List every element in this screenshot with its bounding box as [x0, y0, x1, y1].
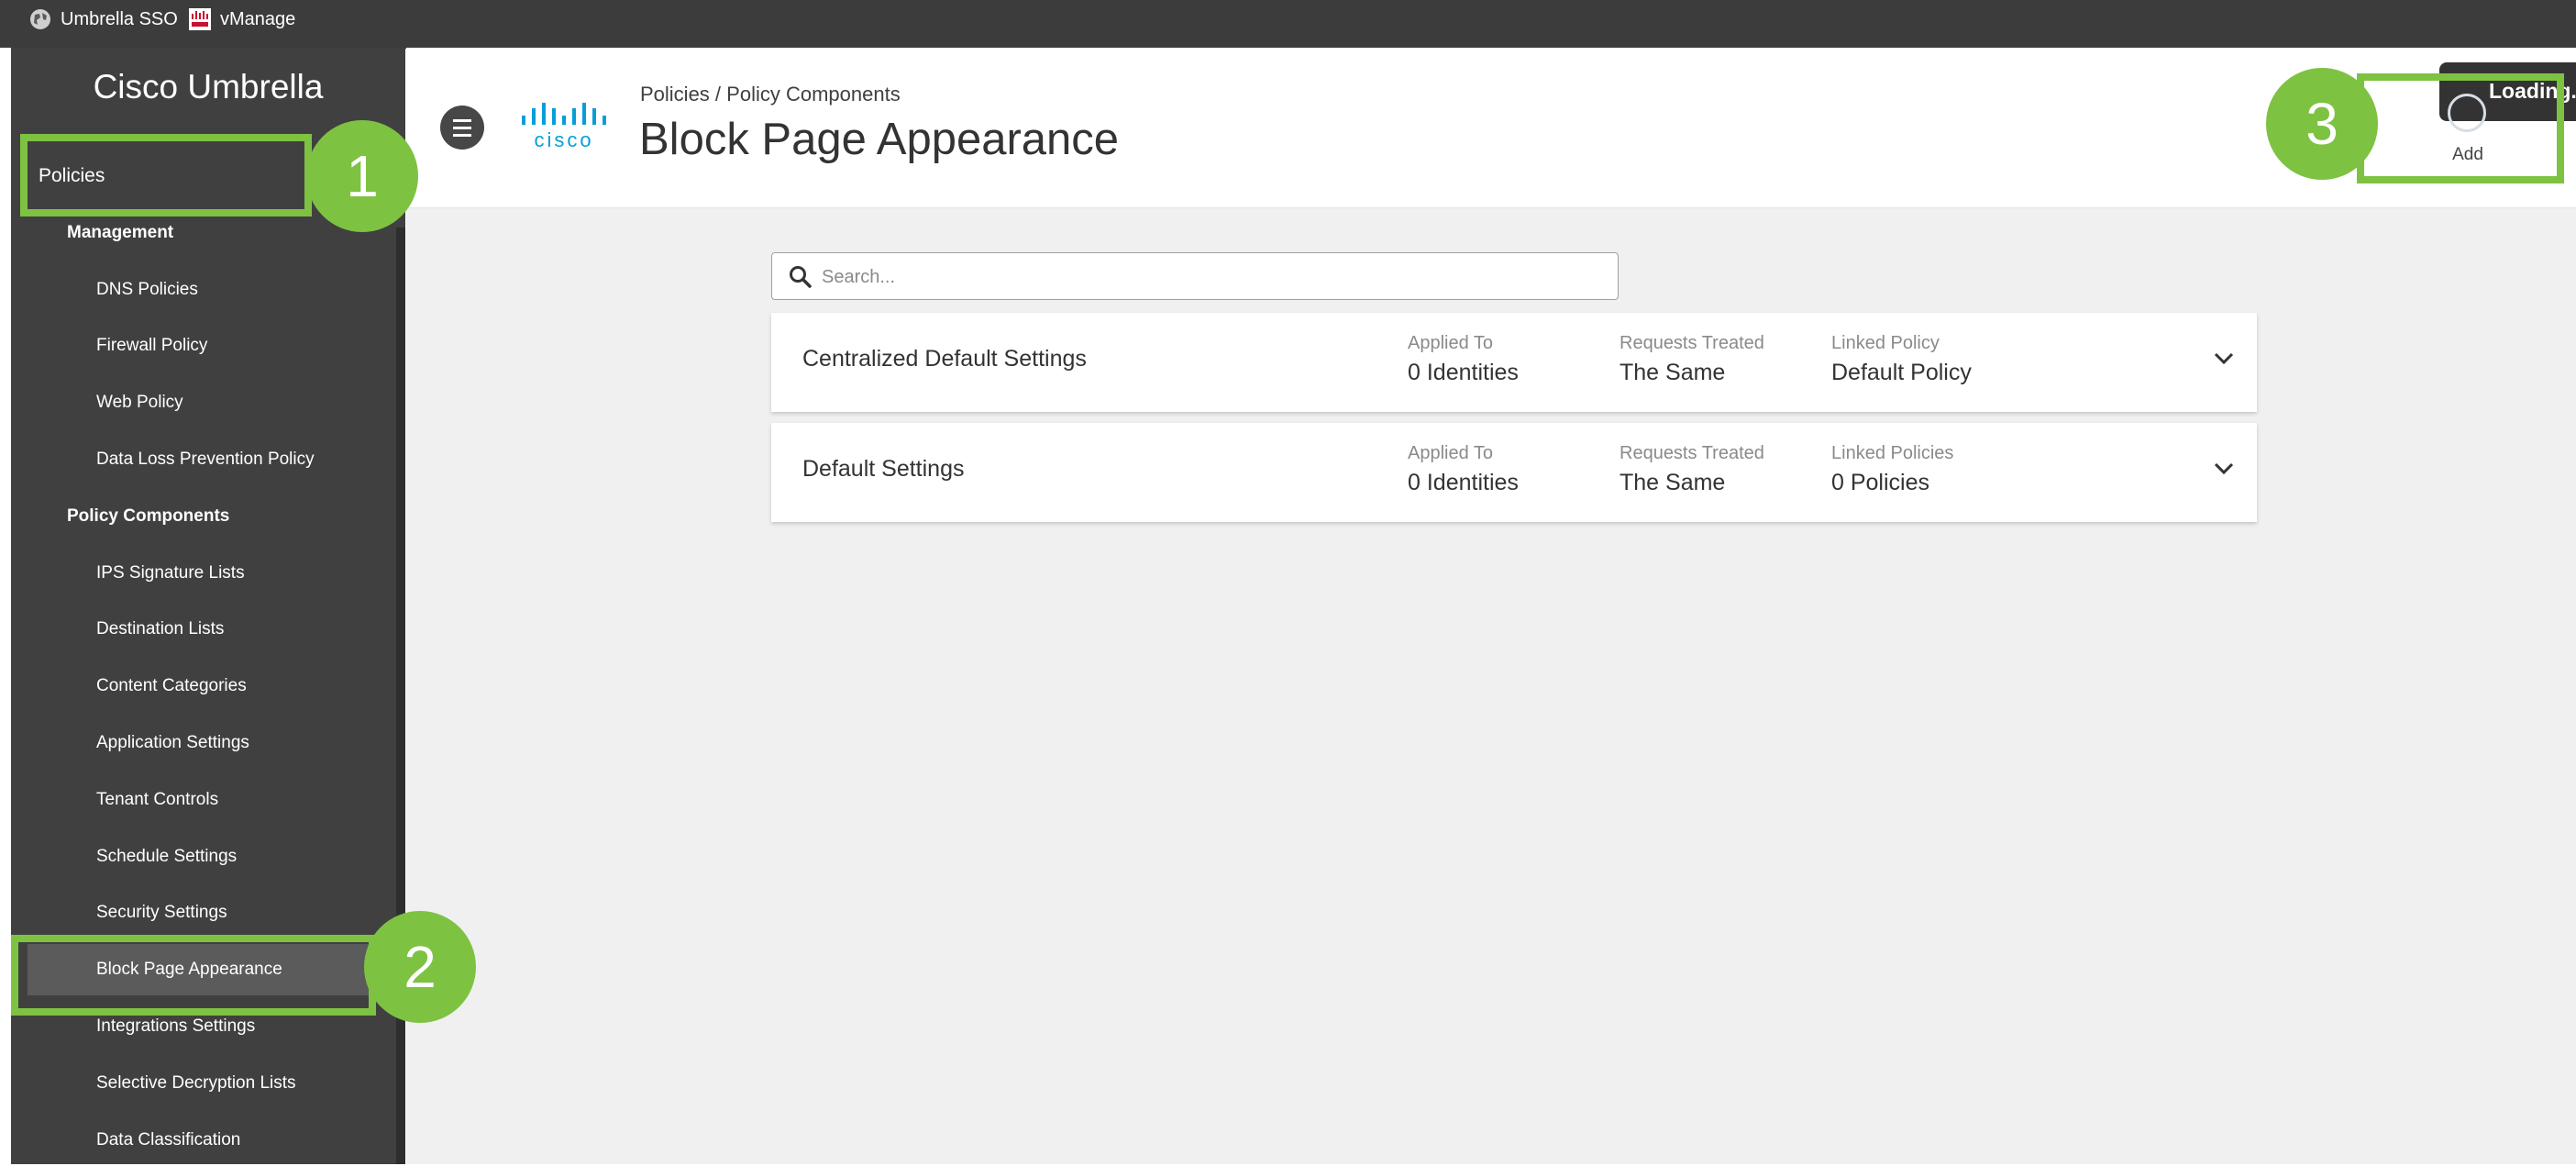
breadcrumb: Policies / Policy Components [640, 83, 901, 106]
main-content: Centralized Default Settings Applied To … [406, 208, 2576, 1164]
linked-policy-value: Default Policy [1831, 360, 1972, 385]
linked-policy-column: Linked Policy Default Policy [1831, 333, 1972, 386]
applied-to-column: Applied To 0 Identities [1408, 443, 1519, 496]
linked-policies-value: 0 Policies [1831, 470, 1929, 495]
policy-setting-row[interactable]: Default Settings Applied To 0 Identities… [771, 423, 2257, 522]
breadcrumb-parent[interactable]: Policies [640, 83, 710, 105]
sidebar-section-policy-components[interactable]: Policy Components [11, 491, 452, 542]
annotation-highlight-policies [20, 134, 312, 217]
requests-treated-label: Requests Treated [1620, 443, 1764, 463]
hamburger-menu-button[interactable] [440, 105, 484, 150]
row-name: Default Settings [802, 456, 965, 482]
search-box[interactable] [771, 252, 1619, 301]
annotation-badge-3: 3 [2266, 68, 2378, 180]
annotation-highlight-add [2357, 73, 2564, 183]
page-title: Block Page Appearance [639, 115, 1120, 164]
row-name: Centralized Default Settings [802, 346, 1087, 372]
annotation-highlight-block-page [11, 935, 376, 1016]
sidebar-scrollbar[interactable] [396, 228, 405, 1164]
search-input[interactable] [820, 253, 1603, 301]
globe-icon [30, 9, 50, 29]
cisco-favicon-icon [189, 8, 211, 30]
bookmark-label: Umbrella SSO [61, 8, 178, 29]
applied-to-column: Applied To 0 Identities [1408, 333, 1519, 386]
chevron-down-icon[interactable] [2213, 351, 2235, 366]
requests-treated-value: The Same [1620, 470, 1726, 495]
bookmark-label: vManage [220, 8, 296, 29]
breadcrumb-separator: / [709, 83, 727, 105]
chevron-down-icon[interactable] [2213, 461, 2235, 476]
menu-line [453, 134, 471, 137]
linked-policies-column: Linked Policies 0 Policies [1831, 443, 1953, 496]
bookmark-vmanage[interactable]: vManage [189, 0, 295, 39]
cisco-logo-text: cisco [534, 128, 593, 150]
requests-treated-column: Requests Treated The Same [1620, 333, 1764, 386]
policy-setting-row[interactable]: Centralized Default Settings Applied To … [771, 313, 2257, 412]
annotation-badge-1: 1 [306, 120, 418, 232]
search-icon [790, 266, 812, 288]
linked-policy-label: Linked Policy [1831, 333, 1940, 353]
page-header: cisco Policies / Policy Components Block… [406, 48, 2576, 208]
applied-to-value: 0 Identities [1408, 470, 1519, 495]
applied-to-value: 0 Identities [1408, 360, 1519, 385]
menu-line [453, 119, 471, 122]
requests-treated-label: Requests Treated [1620, 333, 1764, 353]
requests-treated-column: Requests Treated The Same [1620, 443, 1764, 496]
sidebar-brand: Cisco Umbrella [93, 68, 324, 105]
linked-policies-label: Linked Policies [1831, 443, 1954, 463]
breadcrumb-current: Policy Components [726, 83, 901, 105]
cisco-logo: cisco [522, 103, 606, 150]
bookmark-umbrella-sso[interactable]: Umbrella SSO [29, 0, 178, 39]
annotation-badge-2: 2 [364, 911, 476, 1023]
requests-treated-value: The Same [1620, 360, 1726, 385]
bookmarks-bar: Umbrella SSO vManage [0, 0, 2576, 49]
applied-to-label: Applied To [1408, 333, 1494, 353]
menu-line [453, 127, 471, 129]
applied-to-label: Applied To [1408, 443, 1494, 463]
